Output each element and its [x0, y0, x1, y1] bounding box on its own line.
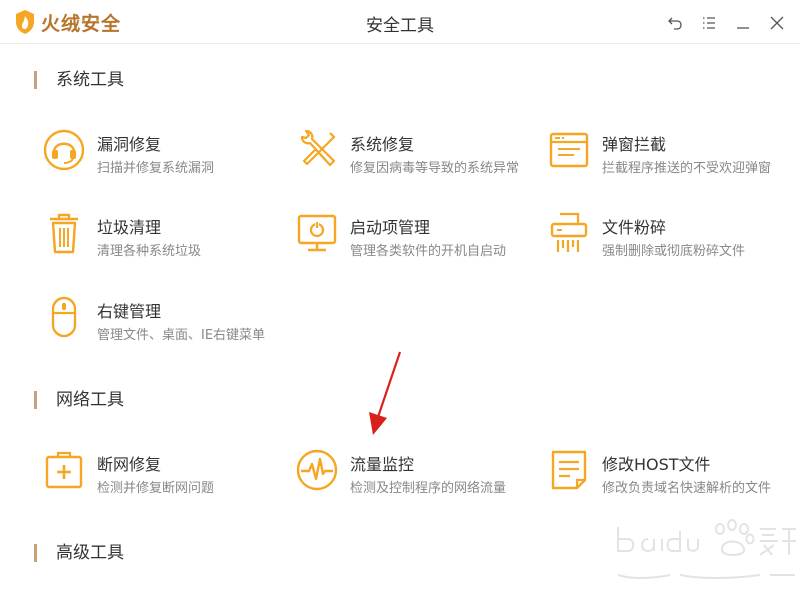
tool-junk-clean[interactable]: 垃圾清理 清理各种系统垃圾: [42, 209, 282, 261]
tool-desc: 拦截程序推送的不受欢迎弹窗: [602, 161, 772, 176]
tool-name: 流量监控: [350, 455, 415, 474]
tool-traffic-monitor[interactable]: 流量监控 检测及控制程序的网络流量: [295, 446, 535, 498]
section-title-network: 网络工具: [34, 390, 124, 410]
close-button[interactable]: [760, 12, 794, 34]
section-title-system: 系统工具: [34, 70, 124, 90]
headset-shield-icon: [43, 129, 85, 171]
tool-network-repair[interactable]: 断网修复 检测并修复断网问题: [42, 446, 282, 498]
back-button[interactable]: [658, 12, 692, 34]
shredder-icon: [550, 212, 588, 252]
tool-name: 右键管理: [97, 302, 162, 321]
tool-desc: 强制删除或彻底粉碎文件: [602, 244, 746, 259]
tool-name: 断网修复: [97, 455, 162, 474]
baidu-watermark-logo: [617, 519, 796, 579]
popup-window-icon: [549, 132, 589, 168]
wrench-screwdriver-icon: [300, 129, 336, 167]
tool-right-click-manager[interactable]: 右键管理 管理文件、桌面、IE右键菜单: [42, 293, 282, 345]
tool-desc: 扫描并修复系统漏洞: [97, 161, 215, 176]
tool-desc: 清理各种系统垃圾: [97, 244, 202, 259]
tool-vulnerability-fix[interactable]: 漏洞修复 扫描并修复系统漏洞: [42, 126, 282, 178]
tool-name: 启动项管理: [350, 218, 431, 237]
tool-popup-block[interactable]: 弹窗拦截 拦截程序推送的不受欢迎弹窗: [547, 126, 787, 178]
tool-desc: 检测及控制程序的网络流量: [350, 481, 507, 496]
section-title-advanced: 高级工具: [34, 543, 124, 563]
title-bar: 火绒安全 安全工具: [0, 0, 800, 44]
tool-name: 修改HOST文件: [602, 455, 711, 474]
back-icon: [668, 17, 682, 30]
tool-desc: 修改负责域名快速解析的文件: [602, 481, 772, 496]
document-edit-icon: [551, 450, 587, 490]
tool-system-repair[interactable]: 系统修复 修复因病毒等导致的系统异常: [295, 126, 535, 178]
first-aid-kit-icon: [45, 451, 83, 489]
tool-file-shredder[interactable]: 文件粉碎 强制删除或彻底粉碎文件: [547, 209, 787, 261]
annotation-arrow: [369, 351, 402, 435]
minimize-button[interactable]: [726, 12, 760, 34]
tool-name: 弹窗拦截: [602, 135, 667, 154]
tool-name: 垃圾清理: [97, 218, 162, 237]
close-icon: [770, 16, 784, 30]
monitor-power-icon: [297, 214, 337, 252]
tool-desc: 管理文件、桌面、IE右键菜单: [97, 328, 266, 343]
window-controls: [658, 12, 794, 34]
mouse-icon: [51, 296, 77, 338]
tool-name: 漏洞修复: [97, 135, 162, 154]
tool-desc: 管理各类软件的开机自启动: [350, 244, 507, 259]
menu-icon: [703, 17, 715, 29]
tool-desc: 检测并修复断网问题: [97, 481, 215, 496]
minimize-icon: [737, 27, 749, 29]
tool-desc: 修复因病毒等导致的系统异常: [350, 161, 520, 176]
trash-icon: [50, 213, 78, 254]
tool-name: 系统修复: [350, 135, 415, 154]
pulse-monitor-icon: [296, 449, 338, 491]
menu-button[interactable]: [692, 12, 726, 34]
tool-startup-manager[interactable]: 启动项管理 管理各类软件的开机自启动: [295, 209, 535, 261]
tool-name: 文件粉碎: [602, 218, 667, 237]
tool-edit-host-file[interactable]: 修改HOST文件 修改负责域名快速解析的文件: [547, 446, 787, 498]
